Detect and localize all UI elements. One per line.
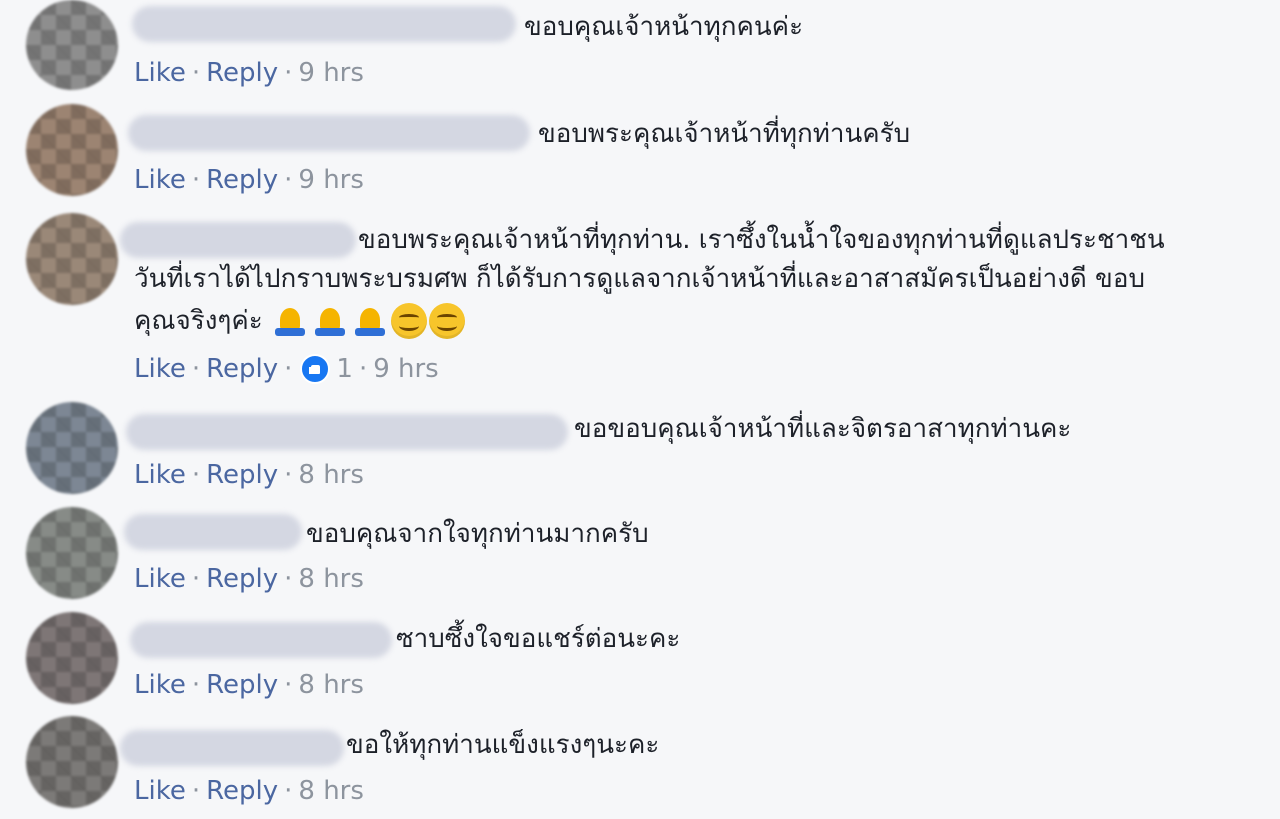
separator-dot: · <box>284 58 293 88</box>
comment-text: ขอให้ทุกท่านแข็งแรงๆนะคะ <box>346 730 660 760</box>
comment-timestamp[interactable]: 9 hrs <box>298 58 364 88</box>
comment-text-line-2: วันที่เราได้ไปกราบพระบรมศพ ก็ได้รับการดู… <box>134 264 1145 294</box>
avatar[interactable] <box>26 0 118 90</box>
comment-actions: Like · Reply · 8 hrs <box>134 564 364 594</box>
separator-dot: · <box>191 165 201 195</box>
commenter-name-blurred[interactable] <box>120 730 344 766</box>
separator-dot: · <box>191 776 201 806</box>
folded-hands-icon <box>311 304 349 338</box>
comment-actions: Like · Reply · 8 hrs <box>134 460 364 490</box>
like-button[interactable]: Like <box>134 460 186 490</box>
comment-timestamp[interactable]: 8 hrs <box>298 564 364 594</box>
comment-text: ขอบพระคุณเจ้าหน้าที่ทุกท่านครับ <box>538 119 911 149</box>
reply-button[interactable]: Reply <box>206 670 278 700</box>
comment-timestamp[interactable]: 9 hrs <box>298 165 364 195</box>
commenter-name-blurred[interactable] <box>130 622 392 658</box>
comment-actions: Like · Reply · 9 hrs <box>134 165 364 195</box>
avatar[interactable] <box>26 104 118 196</box>
avatar[interactable] <box>26 213 118 305</box>
separator-dot: · <box>284 165 293 195</box>
emoji-row <box>271 303 465 339</box>
comment-actions: Like · Reply · 1 · 9 hrs <box>134 354 439 384</box>
reply-button[interactable]: Reply <box>206 165 278 195</box>
reply-button[interactable]: Reply <box>206 58 278 88</box>
avatar[interactable] <box>26 716 118 808</box>
comment-timestamp[interactable]: 8 hrs <box>298 460 364 490</box>
commenter-name-blurred[interactable] <box>120 222 356 258</box>
separator-dot: · <box>284 460 293 490</box>
separator-dot: · <box>284 776 293 806</box>
comment-text: ขอขอบคุณเจ้าหน้าที่และจิตรอาสาทุกท่านคะ <box>574 414 1072 444</box>
comment-text: ขอบคุณเจ้าหน้าทุกคนค่ะ <box>524 12 804 42</box>
comment-text-line-1: ขอบพระคุณเจ้าหน้าที่ทุกท่าน. เราซึ้งในน้… <box>358 225 1165 255</box>
reply-button[interactable]: Reply <box>206 776 278 806</box>
comment-timestamp[interactable]: 8 hrs <box>298 670 364 700</box>
folded-hands-icon <box>271 304 309 338</box>
reply-button[interactable]: Reply <box>206 564 278 594</box>
comment-text-line-3: คุณจริงๆค่ะ <box>134 306 263 336</box>
avatar[interactable] <box>26 402 118 494</box>
comment-actions: Like · Reply · 8 hrs <box>134 776 364 806</box>
reply-button[interactable]: Reply <box>206 460 278 490</box>
reply-button[interactable]: Reply <box>206 354 278 384</box>
like-reaction-icon[interactable] <box>300 354 331 384</box>
comment-text-line-3-with-emojis: คุณจริงๆค่ะ <box>134 303 465 339</box>
separator-dot: · <box>284 564 293 594</box>
comment-timestamp[interactable]: 8 hrs <box>298 776 364 806</box>
separator-dot: · <box>191 460 201 490</box>
separator-dot: · <box>191 564 201 594</box>
avatar[interactable] <box>26 612 118 704</box>
separator-dot: · <box>358 354 368 384</box>
comment-actions: Like · Reply · 9 hrs <box>134 58 364 88</box>
like-button[interactable]: Like <box>134 564 186 594</box>
separator-dot: · <box>284 670 293 700</box>
like-button[interactable]: Like <box>134 670 186 700</box>
avatar[interactable] <box>26 507 118 599</box>
like-button[interactable]: Like <box>134 354 186 384</box>
separator-dot: · <box>191 670 201 700</box>
folded-hands-icon <box>351 304 389 338</box>
smiling-face-icon <box>390 303 427 339</box>
reaction-count[interactable]: 1 <box>336 354 353 384</box>
comment-timestamp[interactable]: 9 hrs <box>373 354 439 384</box>
like-button[interactable]: Like <box>134 58 186 88</box>
comment-text: ซาบซึ้งใจขอแชร์ต่อนะคะ <box>396 624 681 654</box>
commenter-name-blurred[interactable] <box>124 514 302 550</box>
commenter-name-blurred[interactable] <box>126 414 568 450</box>
commenter-name-blurred[interactable] <box>132 6 516 42</box>
commenter-name-blurred[interactable] <box>128 115 530 151</box>
separator-dot: · <box>284 354 293 384</box>
comment-actions: Like · Reply · 8 hrs <box>134 670 364 700</box>
like-button[interactable]: Like <box>134 776 186 806</box>
separator-dot: · <box>191 354 201 384</box>
smiling-face-icon <box>428 303 465 339</box>
comment-text: ขอบคุณจากใจทุกท่านมากครับ <box>306 519 649 549</box>
separator-dot: · <box>191 58 201 88</box>
like-button[interactable]: Like <box>134 165 186 195</box>
